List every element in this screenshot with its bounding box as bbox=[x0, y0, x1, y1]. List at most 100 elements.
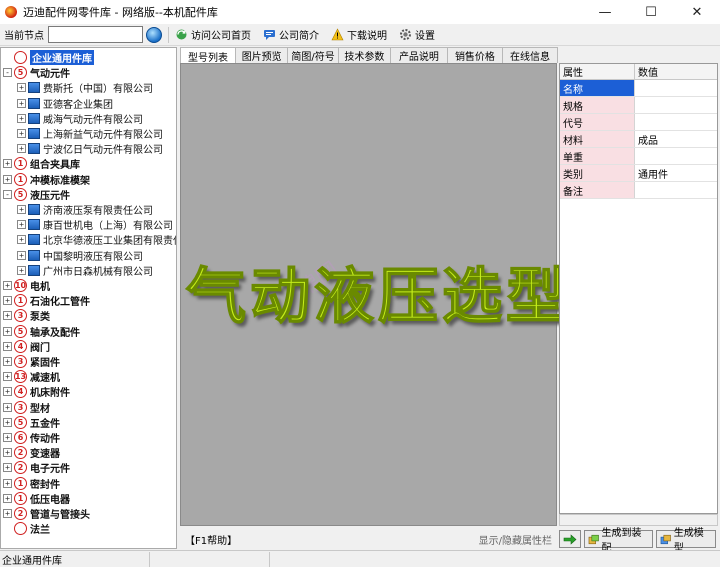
tree-expander[interactable]: + bbox=[17, 98, 26, 108]
property-row[interactable]: 备注 bbox=[560, 182, 717, 199]
tab-5[interactable]: 销售价格 bbox=[446, 47, 503, 63]
tree-company-node[interactable]: + 中国黎明液压有限公司 bbox=[17, 248, 143, 263]
tree-category-node[interactable]: +2 变速器 bbox=[3, 445, 60, 460]
tree-expander[interactable]: + bbox=[3, 357, 12, 366]
property-row[interactable]: 单重 bbox=[560, 148, 717, 165]
tree-company-node[interactable]: + 北京华德液压工业集团有限责任公 bbox=[17, 232, 176, 247]
tree-company-node[interactable]: + 费斯托（中国）有限公司 bbox=[17, 80, 153, 95]
tree-expander[interactable]: + bbox=[3, 493, 12, 503]
property-row[interactable]: 材料 成品 bbox=[560, 131, 717, 148]
tree-category-node[interactable]: +2 电子元件 bbox=[3, 460, 70, 475]
tree-expander[interactable]: + bbox=[3, 433, 12, 442]
tree-expander[interactable]: + bbox=[3, 174, 12, 184]
tree-expander[interactable]: + bbox=[3, 417, 12, 427]
tree-expander[interactable]: + bbox=[3, 281, 12, 290]
tree-category-node[interactable]: 法兰 bbox=[3, 521, 50, 536]
tree-category-node[interactable]: +2 管道与管接头 bbox=[3, 506, 90, 521]
settings-button[interactable]: 设置 bbox=[399, 27, 435, 42]
tree-category-node[interactable]: +1 组合夹具库 bbox=[3, 156, 80, 171]
tree-expander[interactable]: + bbox=[3, 372, 12, 382]
tree-category-node[interactable]: -5 液压元件 bbox=[3, 187, 70, 202]
property-value[interactable] bbox=[635, 148, 717, 164]
current-node-input[interactable] bbox=[48, 26, 143, 43]
tree-category-node[interactable]: +4 机床附件 bbox=[3, 384, 70, 399]
tab-4[interactable]: 产品说明 bbox=[389, 47, 448, 63]
tab-0[interactable]: 型号列表 bbox=[180, 47, 237, 64]
generate-model-button[interactable]: 生成模型 bbox=[656, 528, 716, 554]
tree-expander[interactable]: + bbox=[17, 113, 26, 123]
tree-category-node[interactable]: +3 泵类 bbox=[3, 308, 50, 323]
tree-expander[interactable]: + bbox=[3, 402, 12, 412]
tree-expander[interactable]: + bbox=[3, 159, 12, 169]
company-intro-button[interactable]: 公司简介 bbox=[263, 27, 319, 42]
tree-expander[interactable]: + bbox=[17, 205, 26, 214]
download-notes-button[interactable]: 下载说明 bbox=[331, 27, 387, 42]
tree-category-node[interactable]: +10 电机 bbox=[3, 278, 50, 293]
search-icon[interactable] bbox=[146, 26, 162, 43]
tree-expander[interactable]: + bbox=[3, 478, 12, 488]
tree-category-node[interactable]: +6 传动件 bbox=[3, 430, 60, 445]
tree-expander[interactable]: + bbox=[17, 144, 26, 154]
tree-expander[interactable]: - bbox=[3, 189, 12, 199]
tree-category-node[interactable]: +5 五金件 bbox=[3, 415, 60, 430]
property-row[interactable]: 规格 bbox=[560, 97, 717, 114]
tree-company-node[interactable]: + 广州市日森机械有限公司 bbox=[17, 263, 153, 278]
count-badge: 3 bbox=[14, 309, 27, 323]
tree-expander[interactable]: + bbox=[17, 250, 26, 260]
tree-expander[interactable]: + bbox=[17, 129, 26, 138]
visit-homepage-button[interactable]: 访问公司首页 bbox=[175, 27, 251, 42]
tree-category-node[interactable]: +1 低压电器 bbox=[3, 491, 70, 506]
tree-expander[interactable]: + bbox=[3, 463, 12, 473]
tree-category-node[interactable]: 企业通用件库 bbox=[3, 50, 94, 65]
tree-category-node[interactable]: -5 气动元件 bbox=[3, 65, 70, 80]
property-value[interactable] bbox=[635, 114, 717, 130]
category-tree[interactable]: 企业通用件库 -5 气动元件 + 费斯托（中国）有限公司 + 亚德客企业集团 + 威海气动元件有… bbox=[0, 47, 177, 549]
tree-category-node[interactable]: +13 减速机 bbox=[3, 369, 60, 384]
tree-company-node[interactable]: + 宁波亿日气动元件有限公司 bbox=[17, 141, 163, 156]
tree-expander[interactable]: - bbox=[3, 68, 12, 78]
property-row[interactable]: 名称 bbox=[560, 80, 717, 97]
tree-expander[interactable]: + bbox=[17, 83, 26, 93]
tree-company-node[interactable]: + 康百世机电（上海）有限公司 bbox=[17, 217, 173, 232]
property-value[interactable]: 通用件 bbox=[635, 165, 717, 181]
tree-company-node[interactable]: + 上海新益气动元件有限公司 bbox=[17, 126, 163, 141]
maximize-button[interactable]: ☐ bbox=[628, 0, 674, 24]
tree-expander[interactable]: + bbox=[3, 509, 12, 518]
property-value[interactable]: 成品 bbox=[635, 131, 717, 147]
tree-expander[interactable]: + bbox=[17, 265, 26, 275]
tree-expander[interactable]: + bbox=[3, 341, 12, 351]
tree-category-node[interactable]: +1 冲模标准模架 bbox=[3, 172, 90, 187]
tree-category-node[interactable]: +1 石油化工管件 bbox=[3, 293, 90, 308]
property-value[interactable] bbox=[635, 80, 717, 96]
toggle-property-panel-link[interactable]: 显示/隐藏属性栏 bbox=[479, 532, 552, 547]
tree-expander[interactable]: + bbox=[3, 326, 12, 336]
go-button[interactable] bbox=[559, 530, 581, 548]
close-button[interactable]: ✕ bbox=[674, 0, 720, 24]
property-value[interactable] bbox=[635, 97, 717, 113]
property-value[interactable] bbox=[635, 182, 717, 198]
tree-expander[interactable]: + bbox=[17, 220, 26, 230]
f1-help-link[interactable]: 【F1帮助】 bbox=[185, 532, 237, 547]
tree-expander[interactable]: + bbox=[3, 387, 12, 397]
tree-category-node[interactable]: +5 轴承及配件 bbox=[3, 324, 80, 339]
tree-category-node[interactable]: +3 型材 bbox=[3, 400, 50, 415]
tree-expander[interactable]: + bbox=[17, 235, 26, 245]
tree-company-node[interactable]: + 济南液压泵有限责任公司 bbox=[17, 202, 153, 217]
tree-category-node[interactable]: +4 阀门 bbox=[3, 339, 50, 354]
tab-6[interactable]: 在线信息 bbox=[501, 47, 559, 63]
tree-category-node[interactable]: +3 紧固件 bbox=[3, 354, 60, 369]
tree-expander[interactable]: + bbox=[3, 448, 12, 458]
tab-3[interactable]: 技术参数 bbox=[337, 47, 391, 63]
tree-company-node[interactable]: + 亚德客企业集团 bbox=[17, 96, 113, 111]
property-row[interactable]: 代号 bbox=[560, 114, 717, 131]
tree-company-node[interactable]: + 威海气动元件有限公司 bbox=[17, 111, 143, 126]
tree-category-label: 传动件 bbox=[30, 434, 60, 445]
tree-expander[interactable]: + bbox=[3, 296, 12, 306]
minimize-button[interactable]: — bbox=[582, 0, 628, 24]
tab-2[interactable]: 简图/符号 bbox=[287, 47, 339, 63]
tab-1[interactable]: 图片预览 bbox=[235, 47, 289, 63]
generate-to-assembly-button[interactable]: 生成到装配 bbox=[584, 528, 654, 554]
tree-expander[interactable]: + bbox=[3, 311, 12, 321]
property-row[interactable]: 类别 通用件 bbox=[560, 165, 717, 182]
tree-category-node[interactable]: +1 密封件 bbox=[3, 476, 60, 491]
